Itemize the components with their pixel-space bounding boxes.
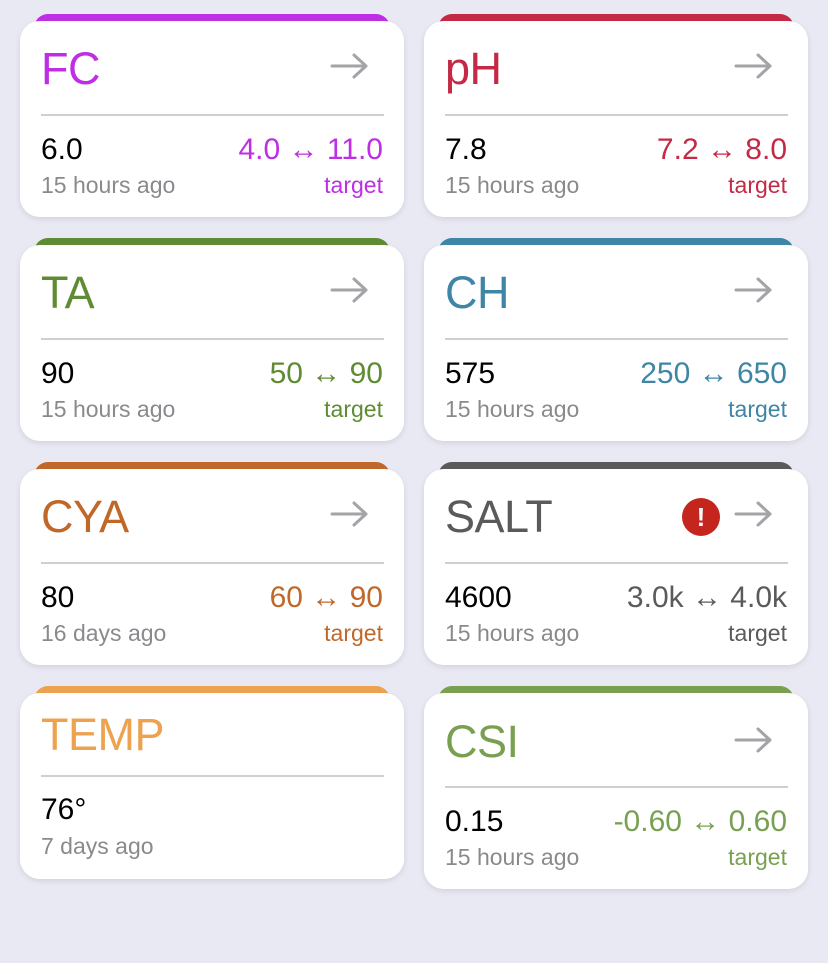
target-range: 3.0k ↔ 4.0k xyxy=(626,581,787,614)
divider xyxy=(445,786,788,788)
card-title: pH xyxy=(445,43,502,94)
target-range: 50 ↔ 90 xyxy=(269,357,383,390)
arrow-right-icon[interactable] xyxy=(330,499,370,529)
arrow-right-icon[interactable] xyxy=(734,725,774,755)
arrow-right-icon[interactable] xyxy=(330,275,370,305)
reading-value: 76° xyxy=(41,793,87,826)
card-body: TA 90 15 hours ago 50 ↔ 90 target xyxy=(20,245,404,441)
divider xyxy=(41,338,384,340)
target-label: target xyxy=(324,172,383,198)
reading-value: 6.0 xyxy=(41,133,83,166)
card-body: FC 6.0 15 hours ago 4.0 ↔ 11.0 target xyxy=(20,21,404,217)
arrow-right-icon[interactable] xyxy=(734,499,774,529)
reading-value: 0.15 xyxy=(445,805,504,838)
card-ta[interactable]: TA 90 15 hours ago 50 ↔ 90 target xyxy=(20,238,404,441)
arrow-right-icon[interactable] xyxy=(330,51,370,81)
card-body: pH 7.8 15 hours ago 7.2 ↔ 8.0 target xyxy=(424,21,808,217)
target-range: 4.0 ↔ 11.0 xyxy=(238,133,383,166)
card-title: CH xyxy=(445,267,510,318)
reading-time: 7 days ago xyxy=(41,833,154,859)
target-range: -0.60 ↔ 0.60 xyxy=(613,805,787,838)
divider xyxy=(445,114,788,116)
card-title: FC xyxy=(41,43,101,94)
divider xyxy=(41,562,384,564)
target-label: target xyxy=(728,172,787,198)
divider xyxy=(445,338,788,340)
card-body: SALT ! 4600 15 hours ago 3.0k ↔ 4.0k tar… xyxy=(424,469,808,665)
card-temp[interactable]: TEMP 76° 7 days ago xyxy=(20,686,404,879)
card-title: CSI xyxy=(445,716,519,767)
alert-icon[interactable]: ! xyxy=(682,498,720,536)
chemistry-cards-grid: FC 6.0 15 hours ago 4.0 ↔ 11.0 target pH… xyxy=(0,0,828,963)
card-salt[interactable]: SALT ! 4600 15 hours ago 3.0k ↔ 4.0k tar… xyxy=(424,462,808,665)
reading-value: 7.8 xyxy=(445,133,487,166)
card-body: CH 575 15 hours ago 250 ↔ 650 target xyxy=(424,245,808,441)
card-csi[interactable]: CSI 0.15 15 hours ago -0.60 ↔ 0.60 targe… xyxy=(424,686,808,889)
target-label: target xyxy=(324,396,383,422)
reading-time: 15 hours ago xyxy=(41,396,176,422)
card-ph[interactable]: pH 7.8 15 hours ago 7.2 ↔ 8.0 target xyxy=(424,14,808,217)
card-body: CSI 0.15 15 hours ago -0.60 ↔ 0.60 targe… xyxy=(424,693,808,889)
arrow-right-icon[interactable] xyxy=(734,275,774,305)
reading-time: 15 hours ago xyxy=(41,172,176,198)
reading-time: 15 hours ago xyxy=(445,172,580,198)
divider xyxy=(41,114,384,116)
target-range: 60 ↔ 90 xyxy=(269,581,383,614)
reading-value: 80 xyxy=(41,581,75,614)
card-title: SALT xyxy=(445,491,553,542)
target-label: target xyxy=(728,844,787,870)
target-range: 250 ↔ 650 xyxy=(640,357,787,390)
arrow-right-icon[interactable] xyxy=(734,51,774,81)
divider xyxy=(445,562,788,564)
card-body: TEMP 76° 7 days ago xyxy=(20,693,404,879)
card-title: TA xyxy=(41,267,95,318)
target-label: target xyxy=(728,620,787,646)
card-fc[interactable]: FC 6.0 15 hours ago 4.0 ↔ 11.0 target xyxy=(20,14,404,217)
reading-time: 15 hours ago xyxy=(445,396,580,422)
card-title: TEMP xyxy=(41,709,165,760)
target-label: target xyxy=(728,396,787,422)
target-label: target xyxy=(324,620,383,646)
reading-time: 16 days ago xyxy=(41,620,167,646)
reading-time: 15 hours ago xyxy=(445,620,580,646)
divider xyxy=(41,775,384,777)
reading-value: 575 xyxy=(445,357,496,390)
card-title: CYA xyxy=(41,491,129,542)
reading-value: 4600 xyxy=(445,581,512,614)
card-ch[interactable]: CH 575 15 hours ago 250 ↔ 650 target xyxy=(424,238,808,441)
target-range: 7.2 ↔ 8.0 xyxy=(656,133,787,166)
reading-time: 15 hours ago xyxy=(445,844,580,870)
card-body: CYA 80 16 days ago 60 ↔ 90 target xyxy=(20,469,404,665)
card-cya[interactable]: CYA 80 16 days ago 60 ↔ 90 target xyxy=(20,462,404,665)
reading-value: 90 xyxy=(41,357,75,390)
